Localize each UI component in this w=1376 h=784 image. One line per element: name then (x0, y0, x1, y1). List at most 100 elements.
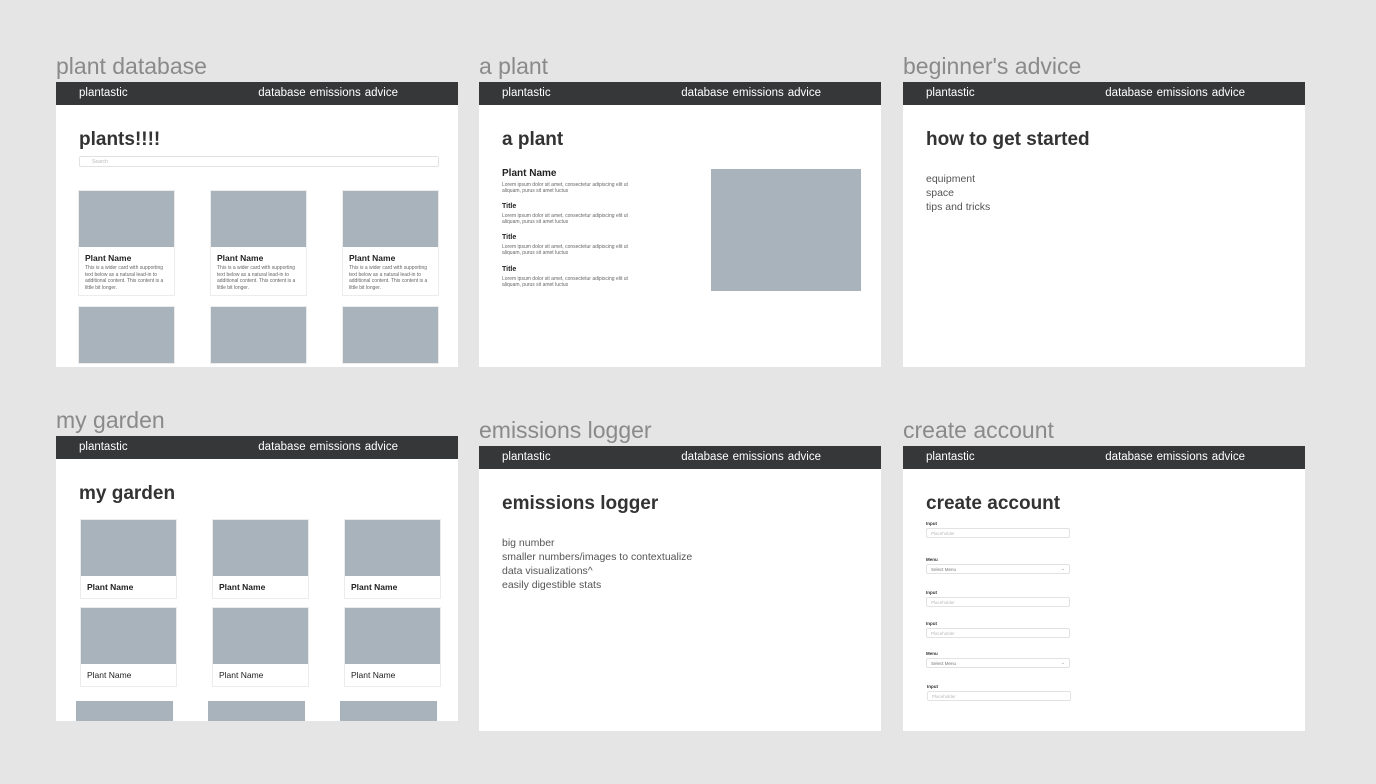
plant-image (213, 520, 308, 576)
plant-image (213, 608, 308, 664)
nav-link-emissions[interactable]: emissions (733, 451, 784, 463)
plant-image (211, 307, 306, 363)
nav-link-advice[interactable]: advice (365, 441, 398, 453)
brand-link[interactable]: plantastic (502, 87, 551, 99)
garden-card[interactable]: Plant Name (80, 519, 177, 599)
garden-card[interactable]: Plant Name (212, 519, 309, 599)
page-title: create account (926, 493, 1061, 514)
advice-item-equipment[interactable]: equipment (926, 172, 990, 186)
garden-card[interactable] (340, 701, 437, 721)
nav-link-database[interactable]: database (1105, 451, 1152, 463)
nav-link-emissions[interactable]: emissions (310, 87, 361, 99)
frame-emissions-logger: plantastic database emissions advice emi… (479, 446, 881, 731)
field-label: Input (926, 621, 937, 626)
brand-link[interactable]: plantastic (926, 451, 975, 463)
navbar: plantastic database emissions advice (56, 82, 458, 105)
select-menu-value: Select Menu (931, 567, 957, 572)
brand-link[interactable]: plantastic (502, 451, 551, 463)
section-title: Title (502, 203, 517, 210)
navbar: plantastic database emissions advice (903, 82, 1305, 105)
garden-card[interactable]: Plant Name (344, 607, 441, 687)
section-text: Lorem ipsum dolor sit amet, consectetur … (502, 244, 628, 256)
nav-links: database emissions advice (258, 441, 398, 453)
plant-image (76, 701, 173, 721)
plant-card-text: This is a wider card with supporting tex… (217, 265, 296, 291)
garden-card[interactable]: Plant Name (212, 607, 309, 687)
emissions-item: easily digestible stats (502, 579, 602, 591)
text-input[interactable]: Placeholder (926, 528, 1070, 538)
garden-card[interactable]: Plant Name (344, 519, 441, 599)
section-title: Title (502, 234, 517, 241)
garden-card-title: Plant Name (219, 670, 264, 680)
plant-image (81, 608, 176, 664)
nav-link-advice[interactable]: advice (788, 87, 821, 99)
nav-link-database[interactable]: database (681, 87, 728, 99)
plant-card-title: Plant Name (349, 253, 396, 263)
nav-link-database[interactable]: database (258, 87, 305, 99)
plant-image (79, 307, 174, 363)
nav-link-database[interactable]: database (1105, 87, 1152, 99)
nav-link-emissions[interactable]: emissions (310, 441, 361, 453)
emissions-item: smaller numbers/images to contextualize (502, 551, 693, 563)
field-label: Input (926, 590, 937, 595)
page-title: emissions logger (502, 493, 659, 514)
section-title: Title (502, 266, 517, 273)
search-input[interactable]: Search (79, 156, 439, 167)
text-input[interactable]: Placeholder (926, 628, 1070, 638)
text-input[interactable]: Placeholder (927, 691, 1071, 701)
nav-links: database emissions advice (681, 87, 821, 99)
plant-card-title: Plant Name (85, 253, 132, 263)
plant-image (208, 701, 305, 721)
nav-link-emissions[interactable]: emissions (1157, 451, 1208, 463)
nav-link-emissions[interactable]: emissions (1157, 87, 1208, 99)
select-menu[interactable]: Select Menu ⌄ (926, 564, 1070, 574)
nav-link-advice[interactable]: advice (1212, 87, 1245, 99)
emissions-item: data visualizations^ (502, 565, 593, 577)
emissions-item: big number (502, 537, 555, 549)
plant-image (81, 520, 176, 576)
frame-plant-database: plantastic database emissions advice pla… (56, 82, 458, 367)
garden-card-title: Plant Name (219, 582, 266, 592)
frame-label-a-plant: a plant (479, 53, 549, 79)
advice-item-tips[interactable]: tips and tricks (926, 200, 990, 214)
plant-card-text: This is a wider card with supporting tex… (85, 265, 164, 291)
chevron-down-icon: ⌄ (1060, 566, 1065, 572)
navbar: plantastic database emissions advice (479, 446, 881, 469)
nav-link-advice[interactable]: advice (365, 87, 398, 99)
advice-item-space[interactable]: space (926, 186, 990, 200)
frame-label-my-garden: my garden (56, 407, 165, 433)
field-label: Input (926, 521, 937, 526)
plant-card[interactable]: Plant Name This is a wider card with sup… (78, 190, 175, 296)
plant-description: Lorem ipsum dolor sit amet, consectetur … (502, 182, 628, 194)
plant-card[interactable]: Plant Name This is a wider card with sup… (210, 190, 307, 296)
plant-card[interactable] (342, 306, 439, 364)
nav-link-database[interactable]: database (681, 451, 728, 463)
field-label: Menu (926, 651, 938, 656)
nav-link-advice[interactable]: advice (788, 451, 821, 463)
frame-label-create-account: create account (903, 417, 1054, 443)
nav-links: database emissions advice (681, 451, 821, 463)
plant-image (340, 701, 437, 721)
nav-links: database emissions advice (258, 87, 398, 99)
frame-create-account: plantastic database emissions advice cre… (903, 446, 1305, 731)
brand-link[interactable]: plantastic (79, 441, 128, 453)
garden-card[interactable] (208, 701, 305, 721)
plant-card[interactable]: Plant Name This is a wider card with sup… (342, 190, 439, 296)
brand-link[interactable]: plantastic (79, 87, 128, 99)
garden-card[interactable]: Plant Name (80, 607, 177, 687)
text-input[interactable]: Placeholder (926, 597, 1070, 607)
page-title: plants!!!! (79, 129, 161, 150)
plant-card-text: This is a wider card with supporting tex… (349, 265, 428, 291)
plant-image (711, 169, 861, 291)
plant-card[interactable] (78, 306, 175, 364)
garden-card[interactable] (76, 701, 173, 721)
frame-label-plant-database: plant database (56, 53, 207, 79)
nav-link-emissions[interactable]: emissions (733, 87, 784, 99)
brand-link[interactable]: plantastic (926, 87, 975, 99)
select-menu[interactable]: Select Menu ⌄ (926, 658, 1070, 668)
navbar: plantastic database emissions advice (56, 436, 458, 459)
navbar: plantastic database emissions advice (479, 82, 881, 105)
nav-link-database[interactable]: database (258, 441, 305, 453)
plant-card[interactable] (210, 306, 307, 364)
nav-link-advice[interactable]: advice (1212, 451, 1245, 463)
